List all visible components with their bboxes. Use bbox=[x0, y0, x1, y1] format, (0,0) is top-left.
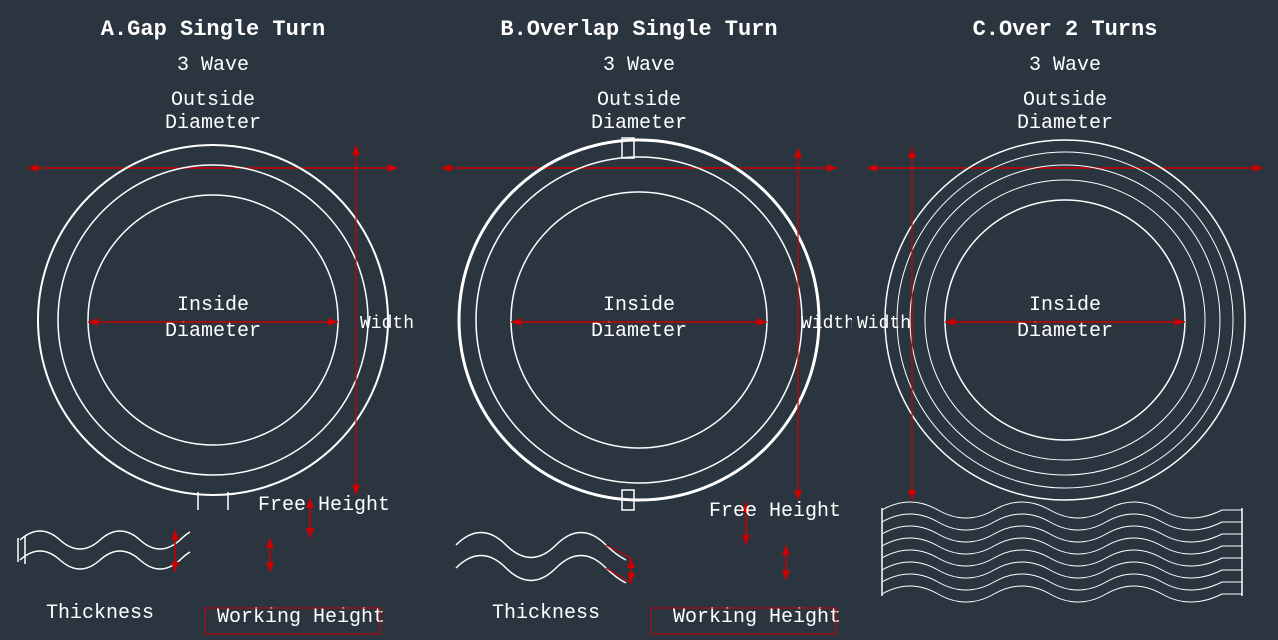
section-c: C.Over 2 Turns 3 Wave Outside Diameter I… bbox=[852, 0, 1278, 640]
section-b-working-height-label: Working Height bbox=[673, 606, 841, 629]
width-arrow-bottom-c bbox=[908, 490, 916, 500]
outside-diam-arrow-left-c bbox=[867, 164, 877, 172]
thickness-diag-line2-b bbox=[606, 568, 631, 583]
section-b: B.Overlap Single Turn 3 Wave Outside Dia… bbox=[426, 0, 852, 640]
section-a-wave-top bbox=[20, 531, 190, 549]
section-c-width-label: Width bbox=[857, 314, 911, 334]
outside-diam-arrow-right-c bbox=[1253, 164, 1263, 172]
section-c-wave1 bbox=[882, 502, 1242, 518]
section-b-inside-label-1: Inside bbox=[603, 294, 675, 317]
free-height-arrow-bottom-a bbox=[306, 528, 314, 538]
section-c-wave: 3 Wave bbox=[1029, 54, 1101, 77]
thickness-arrow-top-a bbox=[171, 530, 179, 540]
section-b-svg: B.Overlap Single Turn 3 Wave Outside Dia… bbox=[426, 0, 852, 640]
section-c-svg: C.Over 2 Turns 3 Wave Outside Diameter I… bbox=[852, 0, 1278, 640]
width-arrow-top-c bbox=[908, 148, 916, 158]
section-c-inside-label-2: Diameter bbox=[1017, 320, 1113, 343]
inside-diam-arrow-left-b bbox=[511, 318, 521, 326]
section-a-svg: A.Gap Single Turn 3 Wave Outside Diamete… bbox=[0, 0, 426, 640]
section-a-title: A.Gap Single Turn bbox=[101, 17, 325, 42]
section-a-wave: 3 Wave bbox=[177, 54, 249, 77]
section-a-outside-label-1: Outside bbox=[171, 89, 255, 112]
section-b-title: B.Overlap Single Turn bbox=[500, 17, 777, 42]
section-b-width-label: Width bbox=[801, 314, 852, 334]
section-a-wave-bottom bbox=[20, 551, 190, 569]
section-b-outside-label-2: Diameter bbox=[591, 112, 687, 135]
inside-diam-arrow-right-c bbox=[1175, 318, 1185, 326]
section-c-wave3 bbox=[882, 526, 1242, 542]
wh-arrow-top-b bbox=[782, 545, 790, 555]
section-a-width-label: Width bbox=[360, 314, 414, 334]
section-c-wave6 bbox=[882, 562, 1242, 578]
width-arrow-top bbox=[352, 145, 360, 155]
section-b-wave-bottom bbox=[456, 556, 626, 584]
section-b-wave: 3 Wave bbox=[603, 54, 675, 77]
section-b-inside-label-2: Diameter bbox=[591, 320, 687, 343]
width-arrow-top-b bbox=[794, 148, 802, 158]
inside-diam-arrow-left bbox=[88, 318, 98, 326]
free-height-arrow-bottom-b bbox=[742, 535, 750, 545]
section-c-outside-label-1: Outside bbox=[1023, 89, 1107, 112]
section-b-thickness-label: Thickness bbox=[492, 602, 600, 625]
outside-diam-arrow-right-b bbox=[827, 164, 837, 172]
section-c-wave7 bbox=[882, 574, 1242, 590]
section-c-wave8 bbox=[882, 586, 1242, 602]
outside-diam-arrow-left bbox=[28, 164, 38, 172]
thickness-arrow-bottom-a bbox=[171, 562, 179, 572]
section-a-outside-label-2: Diameter bbox=[165, 112, 261, 135]
section-a-inside-label-2: Diameter bbox=[165, 320, 261, 343]
wh-arrow-bottom-a bbox=[266, 562, 274, 572]
inside-diam-arrow-right bbox=[328, 318, 338, 326]
main-container: A.Gap Single Turn 3 Wave Outside Diamete… bbox=[0, 0, 1278, 640]
inside-diam-arrow-right-b bbox=[757, 318, 767, 326]
outside-diam-arrow-right bbox=[388, 164, 398, 172]
section-c-wave5 bbox=[882, 550, 1242, 566]
outside-diam-arrow-left-b bbox=[441, 164, 451, 172]
section-c-title: C.Over 2 Turns bbox=[973, 17, 1158, 42]
section-c-outside-label-2: Diameter bbox=[1017, 112, 1113, 135]
section-a-thickness-label: Thickness bbox=[46, 602, 154, 625]
wh-arrow-top-a bbox=[266, 538, 274, 548]
section-a-inside-label-1: Inside bbox=[177, 294, 249, 317]
section-a-working-height-label: Working Height bbox=[217, 606, 385, 629]
section-b-free-height-label: Free Height bbox=[709, 500, 841, 523]
section-c-inside-label-1: Inside bbox=[1029, 294, 1101, 317]
width-arrow-bottom-b bbox=[794, 490, 802, 500]
section-a: A.Gap Single Turn 3 Wave Outside Diamete… bbox=[0, 0, 426, 640]
section-a-free-height-label: Free Height bbox=[258, 494, 390, 517]
section-c-wave2 bbox=[882, 514, 1242, 530]
section-c-wave4 bbox=[882, 538, 1242, 554]
thickness-arrow-top-b bbox=[627, 558, 635, 568]
wh-arrow-bottom-b bbox=[782, 570, 790, 580]
inside-diam-arrow-left-c bbox=[945, 318, 955, 326]
section-b-outside-label-1: Outside bbox=[597, 89, 681, 112]
